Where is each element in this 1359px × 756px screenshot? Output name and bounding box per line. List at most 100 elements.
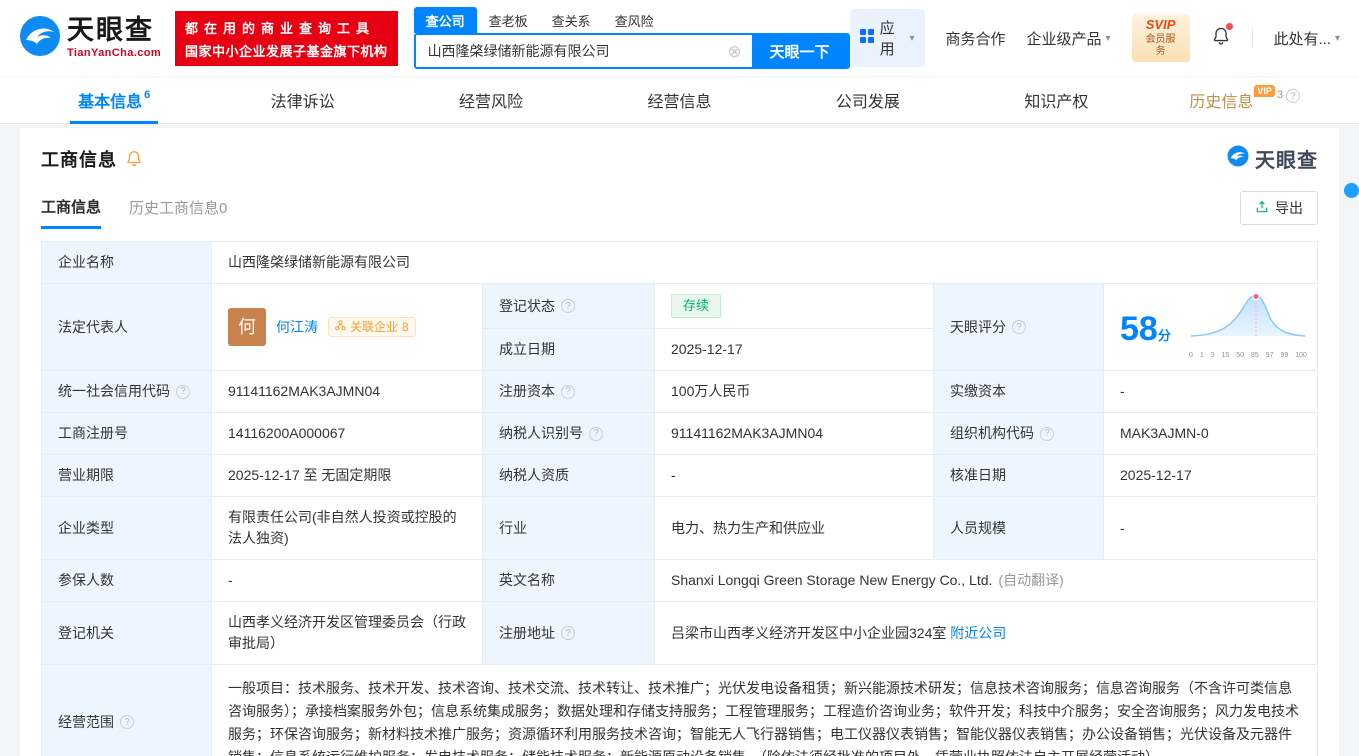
tab-operation-label: 经营信息 [647,94,712,111]
field-label-staff-size: 人员规模 [934,497,1104,560]
field-label-reg-authority: 登记机关 [42,602,212,665]
search-tab-boss[interactable]: 查老板 [477,7,540,33]
label-text: 法定代表人 [58,318,128,335]
tab-history-info[interactable]: 历史信息 VIP 3 ? [1151,77,1339,123]
field-value-paid-capital: - [1104,371,1318,413]
help-icon[interactable]: ? [561,626,575,640]
help-icon[interactable]: ? [561,384,575,399]
field-value-business-term: 2025-12-17 至 无固定期限 [212,455,483,497]
enterprise-product-menu[interactable]: 企业级产品 ▾ [1027,28,1111,49]
svip-membership-button[interactable]: SVIP 会员服务 [1131,14,1190,62]
search-area: 查公司 查老板 查关系 查风险 ⊗ 天眼一下 [413,7,850,69]
notification-bell-button[interactable] [1211,22,1233,52]
value-text: - [1120,383,1125,399]
search-box: ⊗ 天眼一下 [413,33,850,69]
business-cooperation-link[interactable]: 商务合作 [946,28,1006,49]
divider [1251,29,1253,47]
help-icon[interactable]: ? [561,299,575,313]
value-text: 有限责任公司(非自然人投资或控股的法人独资) [228,509,457,546]
company-section-tabs: 基本信息 6 法律诉讼 经营风险 经营信息 公司发展 知识产权 历史信息 VIP … [0,76,1359,124]
subtab-history-business-info[interactable]: 历史工商信息0 [129,197,227,229]
field-value-taxpayer-quality: - [655,455,934,497]
field-value-english-name: Shanxi Longqi Green Storage New Energy C… [655,560,1318,602]
nearby-companies-link[interactable]: 附近公司 [950,623,1006,644]
tab-development-label: 公司发展 [835,94,900,111]
value-text: - [671,467,676,483]
tianyancha-logo[interactable]: 天眼查 TianYanCha.com [19,15,161,62]
tab-intellectual-property[interactable]: 知识产权 [962,77,1150,123]
help-icon[interactable]: ? [120,715,134,729]
label-text: 行业 [499,519,527,536]
field-value-company-name: 山西隆棨绿储新能源有限公司 [212,242,1318,284]
logo-cn: 天眼查 [67,15,154,45]
search-input[interactable] [415,35,728,67]
search-tab-risk[interactable]: 查风险 [603,7,666,33]
search-tab-relation[interactable]: 查关系 [540,7,603,33]
label-text: 登记状态 [499,297,555,314]
apps-menu-button[interactable]: 应用 ▾ [849,9,925,67]
score-value[interactable]: 58分 [1120,312,1171,346]
help-icon[interactable]: ? [176,384,190,399]
help-icon[interactable]: ? [1040,426,1054,441]
tab-company-development[interactable]: 公司发展 [774,77,962,123]
tab-basic-info[interactable]: 基本信息 6 [20,77,208,123]
label-text: 核准日期 [950,467,1006,483]
tab-legal-proceedings[interactable]: 法律诉讼 [208,77,396,123]
field-value-reg-status: 存续 [655,284,934,329]
value-text: 2025-12-17 [1120,467,1192,483]
brand-slogan-badge: 都在用的商业查询工具 国家中小企业发展子基金旗下机构 [175,10,398,66]
field-value-industry: 电力、热力生产和供应业 [655,497,934,560]
user-account-menu[interactable]: 此处有... ▾ [1273,28,1340,49]
field-label-reg-address: 注册地址? [483,602,655,665]
value-text: 14116200A000067 [228,425,346,441]
tab-operation-info[interactable]: 经营信息 [585,77,773,123]
value-text: 91141162MAK3AJMN04 [228,383,381,399]
value-text: 2025-12-17 至 无固定期限 [228,467,392,483]
field-value-reg-authority: 山西孝义经济开发区管理委员会（行政审批局） [212,602,483,665]
label-text: 经营范围 [58,713,114,730]
field-value-credit-code: 91141162MAK3AJMN04 [212,371,483,413]
floating-widget-button[interactable] [1344,183,1359,198]
field-label-reg-number: 工商注册号 [42,413,212,455]
related-companies-badge[interactable]: 关联企业 8 [328,317,416,337]
chevron-down-icon: ▾ [1105,32,1111,44]
score-number: 58 [1120,310,1158,348]
header-right-nav: 应用 ▾ 商务合作 企业级产品 ▾ SVIP 会员服务 此处有... ▾ [849,9,1340,67]
score-axis-labels: 0 1 3 15 50 85 97 99 100 [1189,352,1307,359]
field-value-taxpayer-id: 91141162MAK3AJMN04 [655,413,934,455]
export-button[interactable]: 导出 [1240,191,1318,225]
section-header: 工商信息 天眼查 [41,144,1318,173]
clear-search-icon[interactable]: ⊗ [727,43,741,60]
label-text: 天眼评分 [950,318,1006,335]
label-text: 登记机关 [58,624,114,641]
field-label-company-type: 企业类型 [42,497,212,560]
subtab-current-business-info[interactable]: 工商信息 [41,196,102,229]
help-icon[interactable]: ? [589,426,603,441]
vip-tag: VIP [1254,85,1275,97]
field-label-reg-status: 登记状态? [483,284,655,329]
field-label-business-scope: 经营范围? [42,665,212,756]
value-text: 100万人民币 [671,383,751,399]
auto-translate-note: (自动翻译) [998,572,1064,588]
value-text: MAK3AJMN-0 [1120,425,1209,441]
tianyancha-company-page: 天眼查 TianYanCha.com 都在用的商业查询工具 国家中小企业发展子基… [0,0,1359,756]
search-tab-company[interactable]: 查公司 [413,7,477,33]
value-text: 2025-12-17 [671,341,743,357]
value-text: - [1120,519,1125,536]
legal-rep-name-link[interactable]: 何江涛 [276,317,318,338]
slogan-line2: 国家中小企业发展子基金旗下机构 [185,43,388,59]
label-text: 纳税人识别号 [499,425,583,441]
chevron-down-icon: ▾ [909,32,915,44]
label-text: 纳税人资质 [499,467,569,483]
field-value-approval-date: 2025-12-17 [1104,455,1318,497]
tab-history-label: 历史信息 [1189,94,1254,111]
monitor-bell-icon[interactable] [125,149,143,168]
field-label-english-name: 英文名称 [483,560,655,602]
help-icon[interactable]: ? [1012,320,1026,334]
status-badge: 存续 [671,294,722,318]
field-label-approval-date: 核准日期 [934,455,1104,497]
tab-operation-risk[interactable]: 经营风险 [397,77,585,123]
search-button[interactable]: 天眼一下 [751,35,848,67]
legal-rep-avatar[interactable]: 何 [228,308,266,346]
help-icon[interactable]: ? [1286,89,1301,103]
